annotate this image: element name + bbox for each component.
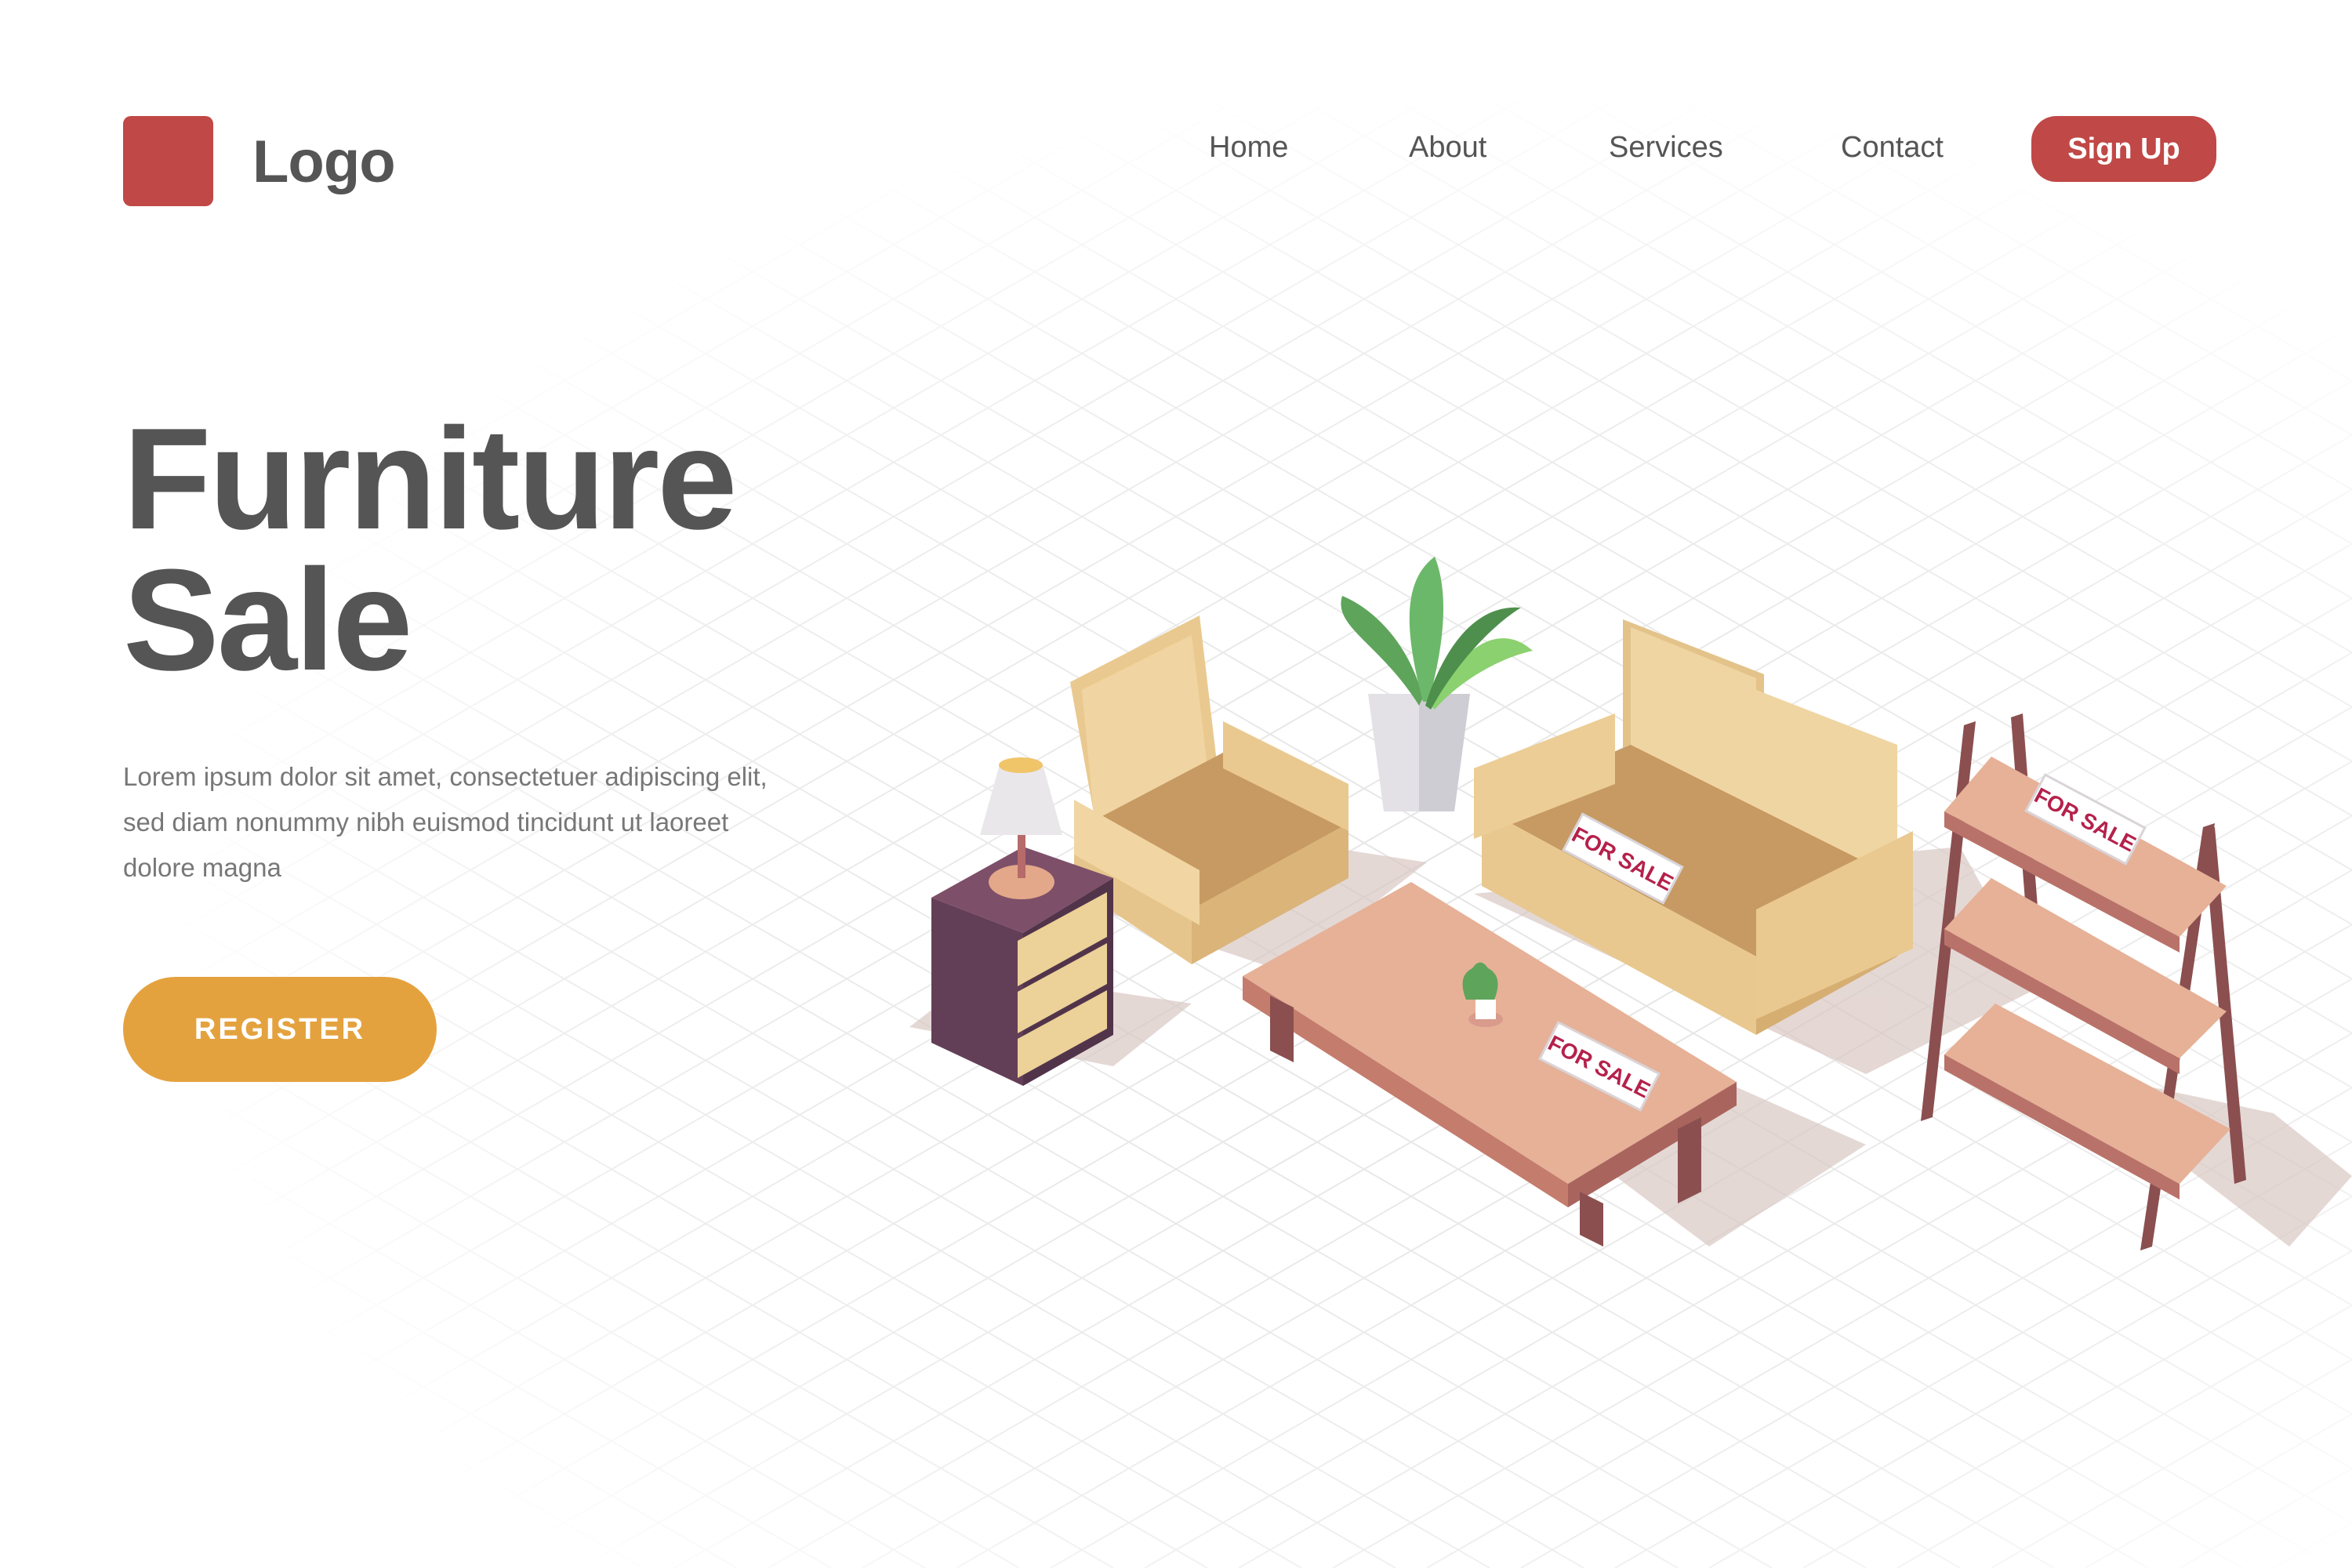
hero-description-line2: sed diam nonummy nibh euismod tincidunt … (123, 808, 729, 837)
nav-link-contact[interactable]: Contact (1841, 125, 1944, 169)
hero-description-line3: dolore magna (123, 853, 281, 882)
register-button[interactable]: REGISTER (123, 977, 437, 1082)
hero-title-line2: Sale (123, 539, 413, 700)
nav-link-home[interactable]: Home (1209, 125, 1288, 169)
hero-title: Furniture Sale (123, 406, 738, 691)
site-header: Logo Home About Services Contact Sign Up (0, 0, 2352, 235)
hero-title-line1: Furniture (123, 397, 738, 559)
nav-link-services[interactable]: Services (1609, 125, 1723, 169)
nav-link-about[interactable]: About (1409, 125, 1486, 169)
logo-text[interactable]: Logo (252, 127, 396, 198)
sign-up-button[interactable]: Sign Up (2031, 116, 2216, 182)
hero-description: Lorem ipsum dolor sit amet, consectetuer… (123, 754, 829, 891)
logo-mark[interactable] (123, 116, 213, 206)
hero-description-line1: Lorem ipsum dolor sit amet, consectetuer… (123, 762, 768, 791)
